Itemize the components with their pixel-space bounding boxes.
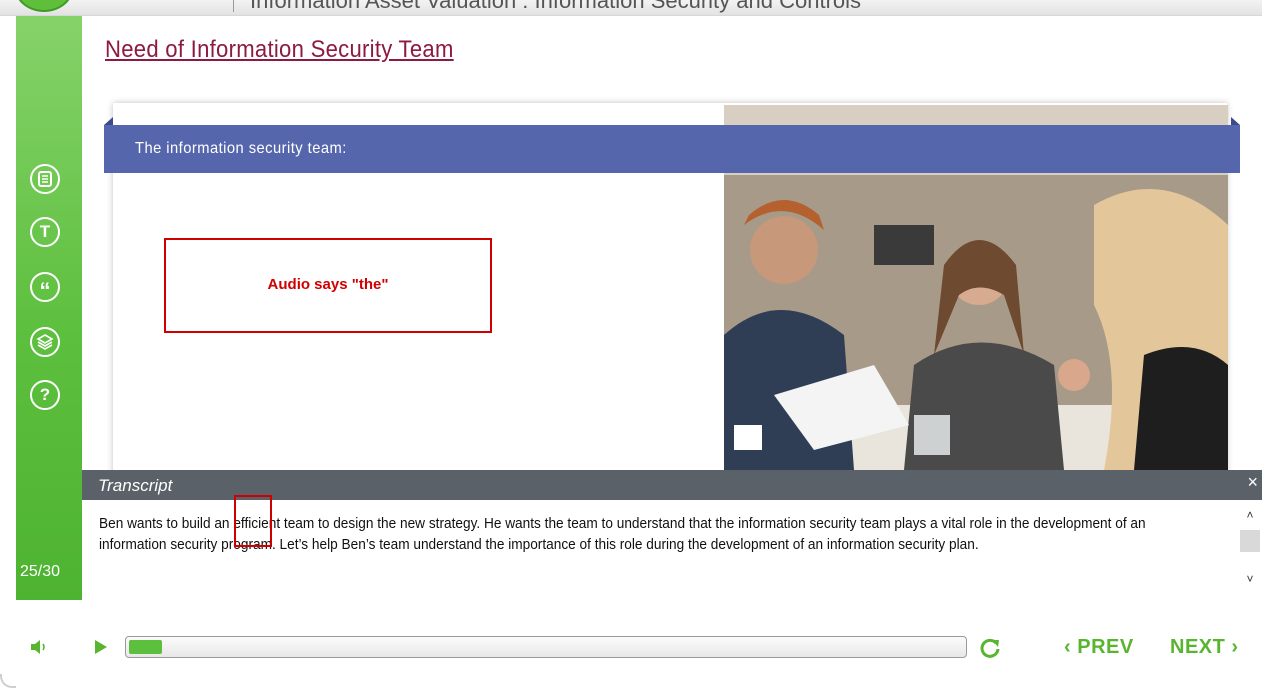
next-label: NEXT [1170, 636, 1226, 658]
page-title: Need of Information Security Team [105, 36, 454, 63]
replay-icon[interactable] [979, 637, 1001, 664]
annotation-note: Audio says "the" [267, 276, 389, 293]
scrollbar-thumb[interactable] [1240, 530, 1260, 552]
chevron-right-icon: › [1231, 636, 1239, 658]
scroll-down-icon[interactable]: ˅ [1244, 572, 1256, 586]
audio-annotation-box: Audio says "the" [164, 238, 492, 333]
glossary-t-icon[interactable]: T [30, 217, 60, 247]
progress-bar[interactable] [125, 636, 967, 658]
next-button[interactable]: NEXT › [1170, 636, 1239, 659]
top-bar: Information Asset Valuation : Informatio… [0, 0, 1262, 16]
prev-button[interactable]: ‹ PREV [1064, 636, 1134, 659]
help-icon[interactable]: ? [30, 380, 60, 410]
sidebar: T “ ? 25/30 [16, 16, 82, 600]
header-divider [233, 0, 234, 12]
word-annotation-box [234, 495, 272, 547]
progress-fill [129, 640, 162, 654]
band-fold-right [1231, 117, 1240, 125]
quote-icon[interactable]: “ [30, 272, 60, 303]
layers-icon[interactable] [30, 327, 60, 357]
page-counter: 25/30 [20, 563, 61, 580]
transcript-title: Transcript [98, 476, 173, 495]
close-icon[interactable]: × [1247, 472, 1258, 493]
scroll-up-icon[interactable]: ˄ [1244, 508, 1256, 522]
play-icon[interactable] [94, 639, 108, 660]
document-icon[interactable] [30, 164, 60, 194]
course-title: Information Asset Valuation : Informatio… [250, 0, 862, 13]
band-fold-left [104, 117, 113, 125]
volume-icon[interactable] [30, 639, 48, 660]
prev-label: PREV [1077, 636, 1134, 658]
chevron-left-icon: ‹ [1064, 636, 1072, 658]
logo [14, 0, 74, 12]
band-title: The information security team: [135, 140, 347, 157]
